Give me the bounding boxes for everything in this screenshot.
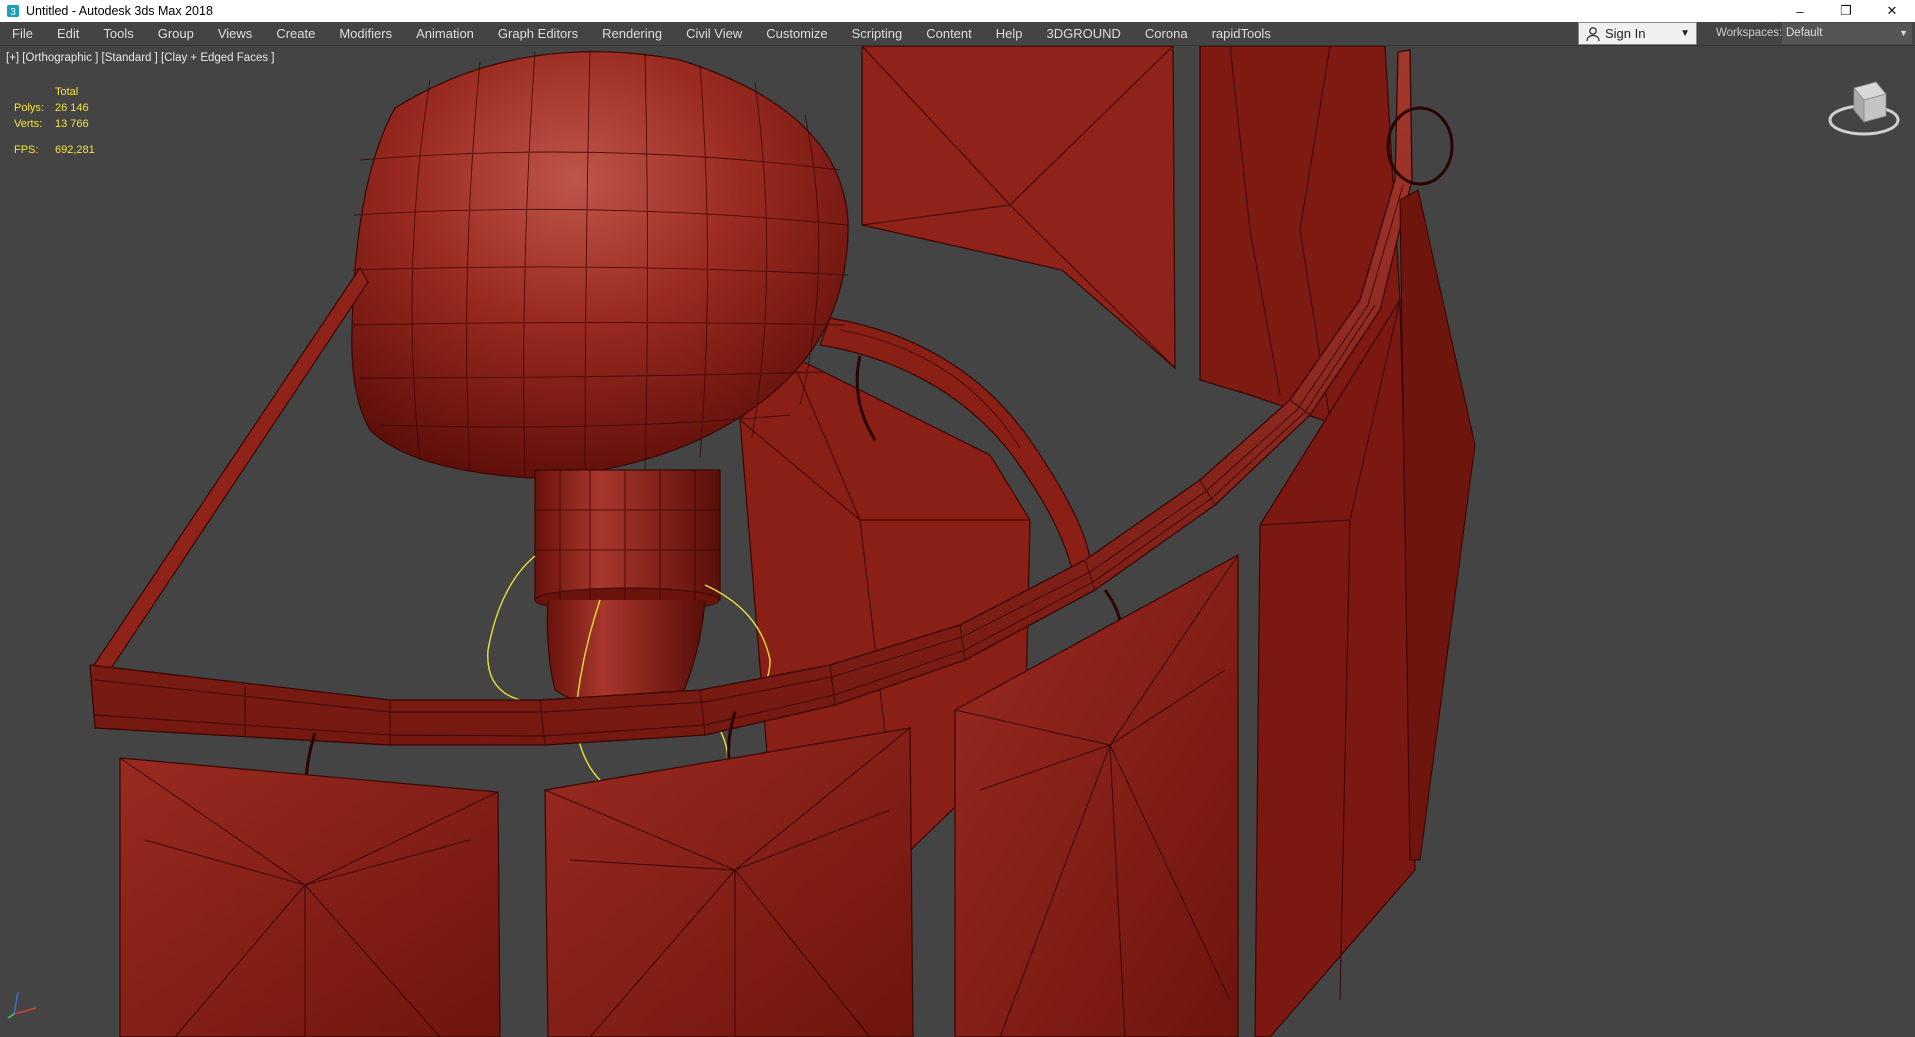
menu-corona[interactable]: Corona: [1133, 22, 1200, 45]
menu-tools[interactable]: Tools: [91, 22, 145, 45]
menu-scripting[interactable]: Scripting: [840, 22, 915, 45]
workspaces-label: Workspaces:: [1716, 27, 1783, 39]
close-button[interactable]: ✕: [1869, 0, 1915, 22]
menu-civil-view[interactable]: Civil View: [674, 22, 754, 45]
menu-graph-editors[interactable]: Graph Editors: [486, 22, 590, 45]
crystal-panel-front-left[interactable]: [119, 757, 501, 1037]
workspaces-dropdown[interactable]: Default ▼: [1782, 23, 1912, 44]
menu-modifiers[interactable]: Modifiers: [327, 22, 404, 45]
menu-file[interactable]: File: [0, 22, 45, 45]
fps-value: 692,281: [55, 144, 95, 156]
menu-views[interactable]: Views: [206, 22, 264, 45]
menu-rapidtools[interactable]: rapidTools: [1200, 22, 1283, 45]
fps-label: FPS:: [14, 144, 39, 156]
minimize-button[interactable]: –: [1777, 0, 1823, 22]
menu-3dground[interactable]: 3DGROUND: [1035, 22, 1133, 45]
menu-help[interactable]: Help: [984, 22, 1035, 45]
stats-header: Total: [55, 86, 79, 98]
scene-render[interactable]: [0, 46, 1915, 1037]
viewport-statistics: Total Polys: 26 146 Verts: 13 766 FPS: 692,…: [14, 84, 95, 158]
polys-label: Polys:: [14, 102, 44, 114]
frame-rod-left[interactable]: [93, 266, 369, 671]
chevron-down-icon: ▼: [1680, 28, 1690, 39]
title-bar: 3 Untitled - Autodesk 3ds Max 2018 – ❐ ✕: [0, 0, 1915, 22]
menu-create[interactable]: Create: [264, 22, 327, 45]
menu-rendering[interactable]: Rendering: [590, 22, 674, 45]
axis-tripod-icon: [7, 991, 37, 1019]
restore-button[interactable]: ❐: [1823, 0, 1869, 22]
lamp-stem[interactable]: [534, 469, 721, 714]
viewport-label[interactable]: [+] [Orthographic ] [Standard ] [Clay + …: [6, 52, 274, 64]
sign-in-button[interactable]: Sign In ▼: [1578, 22, 1697, 45]
user-icon: [1586, 26, 1600, 41]
3dsmax-app-icon: 3: [7, 5, 19, 18]
crystal-panel-back-top[interactable]: [861, 46, 1176, 370]
viewcube-icon[interactable]: [1826, 74, 1902, 142]
menu-edit[interactable]: Edit: [45, 22, 91, 45]
menu-animation[interactable]: Animation: [404, 22, 486, 45]
crystal-panel-front-center[interactable]: [544, 727, 914, 1037]
verts-label: Verts:: [14, 118, 43, 130]
menu-content[interactable]: Content: [914, 22, 984, 45]
menu-group[interactable]: Group: [146, 22, 206, 45]
chevron-down-icon: ▼: [1899, 28, 1908, 38]
verts-value: 13 766: [55, 118, 89, 130]
sign-in-label: Sign In: [1605, 26, 1646, 41]
polys-value: 26 146: [55, 102, 89, 114]
perspective-viewport[interactable]: [+] [Orthographic ] [Standard ] [Clay + …: [0, 46, 1915, 1037]
svg-text:3: 3: [10, 7, 16, 18]
workspaces-value: Default: [1786, 27, 1823, 39]
menu-customize[interactable]: Customize: [754, 22, 839, 45]
window-title: Untitled - Autodesk 3ds Max 2018: [26, 4, 213, 18]
